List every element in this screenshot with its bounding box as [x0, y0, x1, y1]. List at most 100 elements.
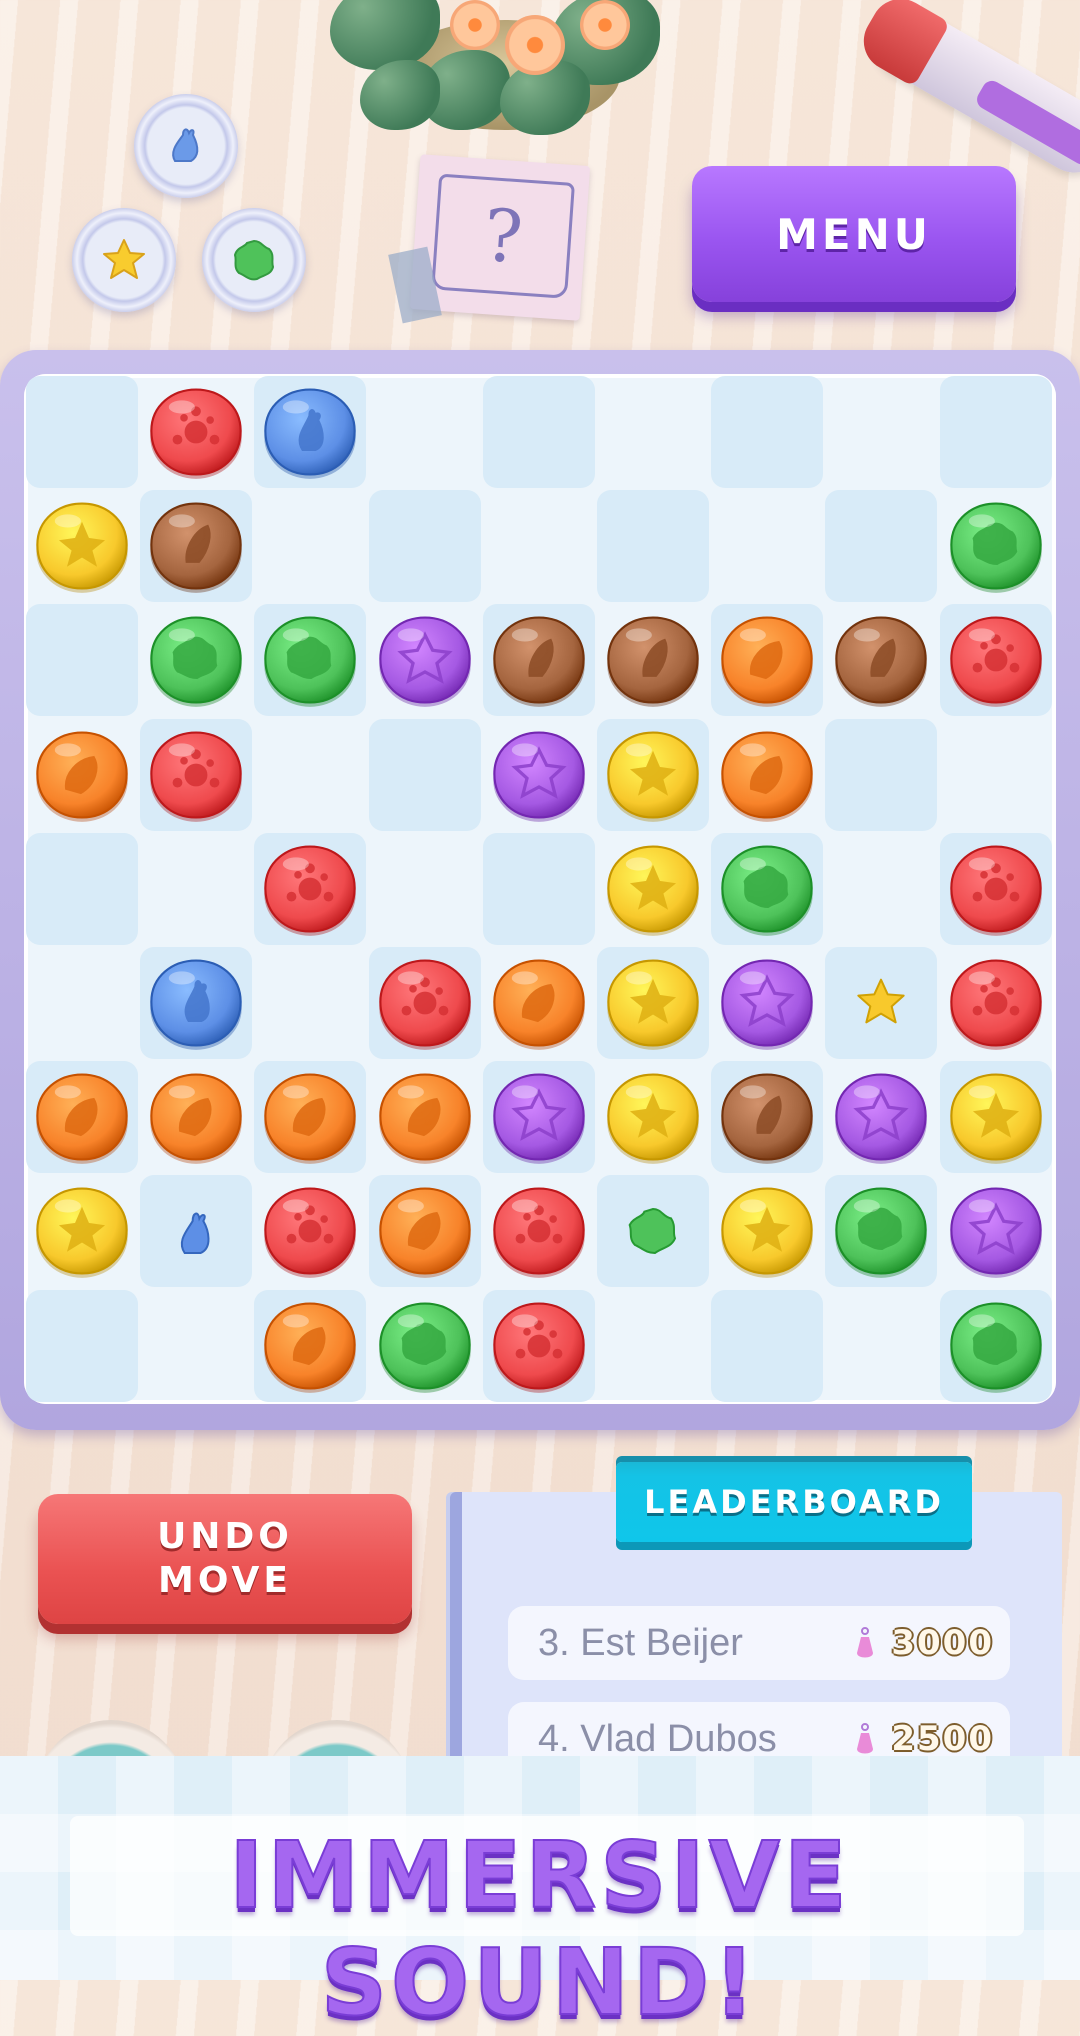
board-cell[interactable] [711, 1061, 823, 1173]
board-cell[interactable] [483, 1290, 595, 1402]
board-cell[interactable] [825, 1061, 937, 1173]
orange-germ-piece[interactable] [490, 954, 588, 1052]
board-cell[interactable] [26, 376, 138, 488]
board-cell[interactable] [825, 604, 937, 716]
board-cell[interactable] [483, 376, 595, 488]
red-germ-piece[interactable] [261, 1182, 359, 1280]
blue-germ-piece[interactable] [261, 383, 359, 481]
orange-germ-piece[interactable] [718, 611, 816, 709]
board-cell[interactable] [711, 947, 823, 1059]
board-cell[interactable] [369, 604, 481, 716]
board-cell[interactable] [597, 947, 709, 1059]
orange-germ-piece[interactable] [261, 1068, 359, 1166]
green-germ-piece[interactable] [832, 1182, 930, 1280]
yellow-germ-piece[interactable] [604, 1068, 702, 1166]
board-cell[interactable] [26, 604, 138, 716]
board-cell[interactable] [369, 1290, 481, 1402]
brown-germ-piece[interactable] [490, 611, 588, 709]
green-germ-piece[interactable] [947, 1297, 1045, 1395]
board-cell[interactable] [825, 719, 937, 831]
green-germ-piece[interactable] [261, 611, 359, 709]
board-cell[interactable] [940, 833, 1052, 945]
board-cell[interactable] [140, 1061, 252, 1173]
board-cell[interactable] [254, 1290, 366, 1402]
board-cell[interactable] [254, 376, 366, 488]
orange-germ-piece[interactable] [718, 726, 816, 824]
board-cell[interactable] [597, 1175, 709, 1287]
board-cell[interactable] [140, 490, 252, 602]
board-cell[interactable] [597, 833, 709, 945]
orange-germ-piece[interactable] [33, 726, 131, 824]
purple-germ-piece[interactable] [947, 1182, 1045, 1280]
orange-germ-piece[interactable] [376, 1068, 474, 1166]
board-cell[interactable] [825, 490, 937, 602]
board-cell[interactable] [483, 1061, 595, 1173]
board-cell[interactable] [26, 1061, 138, 1173]
board-cell[interactable] [254, 1175, 366, 1287]
orange-germ-piece[interactable] [33, 1068, 131, 1166]
board-cell[interactable] [140, 1175, 252, 1287]
board-cell[interactable] [597, 1061, 709, 1173]
orange-germ-piece[interactable] [261, 1297, 359, 1395]
board-cell[interactable] [369, 719, 481, 831]
board-cell[interactable] [254, 947, 366, 1059]
board-cell[interactable] [140, 376, 252, 488]
yellow-germ-piece[interactable] [718, 1182, 816, 1280]
board-cell[interactable] [940, 490, 1052, 602]
purple-germ-piece[interactable] [832, 1068, 930, 1166]
green-germ-piece[interactable] [376, 1297, 474, 1395]
board-cell[interactable] [940, 604, 1052, 716]
small-yellow-piece-icon[interactable] [851, 973, 911, 1033]
brown-germ-piece[interactable] [718, 1068, 816, 1166]
board-cell[interactable] [369, 376, 481, 488]
blue-germ-piece[interactable] [147, 954, 245, 1052]
small-green-piece-icon[interactable] [623, 1201, 683, 1261]
board-cell[interactable] [597, 376, 709, 488]
board-cell[interactable] [597, 1290, 709, 1402]
board-cell[interactable] [26, 1290, 138, 1402]
red-germ-piece[interactable] [490, 1297, 588, 1395]
board-cell[interactable] [711, 1290, 823, 1402]
board-cell[interactable] [940, 719, 1052, 831]
board-cell[interactable] [483, 604, 595, 716]
board-cell[interactable] [483, 490, 595, 602]
board-cell[interactable] [940, 1290, 1052, 1402]
yellow-germ-piece[interactable] [33, 1182, 131, 1280]
board-cell[interactable] [369, 947, 481, 1059]
red-germ-piece[interactable] [147, 383, 245, 481]
undo-move-button[interactable]: UNDO MOVE [38, 1494, 412, 1624]
board-cell[interactable] [483, 719, 595, 831]
board-cell[interactable] [369, 490, 481, 602]
board-cell[interactable] [26, 1175, 138, 1287]
yellow-germ-piece[interactable] [604, 726, 702, 824]
board-cell[interactable] [940, 1061, 1052, 1173]
purple-germ-piece[interactable] [490, 726, 588, 824]
red-germ-piece[interactable] [376, 954, 474, 1052]
green-germ-piece[interactable] [718, 840, 816, 938]
brown-germ-piece[interactable] [604, 611, 702, 709]
board-cell[interactable] [711, 604, 823, 716]
board-cell[interactable] [140, 604, 252, 716]
red-germ-piece[interactable] [490, 1182, 588, 1280]
board-cell[interactable] [940, 947, 1052, 1059]
board-cell[interactable] [711, 1175, 823, 1287]
board-cell[interactable] [825, 376, 937, 488]
board-cell[interactable] [711, 376, 823, 488]
board-cell[interactable] [597, 604, 709, 716]
brown-germ-piece[interactable] [832, 611, 930, 709]
board-cell[interactable] [26, 947, 138, 1059]
red-germ-piece[interactable] [947, 611, 1045, 709]
green-germ-piece[interactable] [147, 611, 245, 709]
board-cell[interactable] [940, 376, 1052, 488]
board-cell[interactable] [369, 1061, 481, 1173]
board-cell[interactable] [483, 833, 595, 945]
board-cell[interactable] [825, 947, 937, 1059]
brown-germ-piece[interactable] [147, 497, 245, 595]
orange-germ-piece[interactable] [376, 1182, 474, 1280]
board-cell[interactable] [140, 719, 252, 831]
orange-germ-piece[interactable] [147, 1068, 245, 1166]
purple-germ-piece[interactable] [490, 1068, 588, 1166]
red-germ-piece[interactable] [947, 954, 1045, 1052]
yellow-germ-piece[interactable] [604, 954, 702, 1052]
board-cell[interactable] [254, 719, 366, 831]
